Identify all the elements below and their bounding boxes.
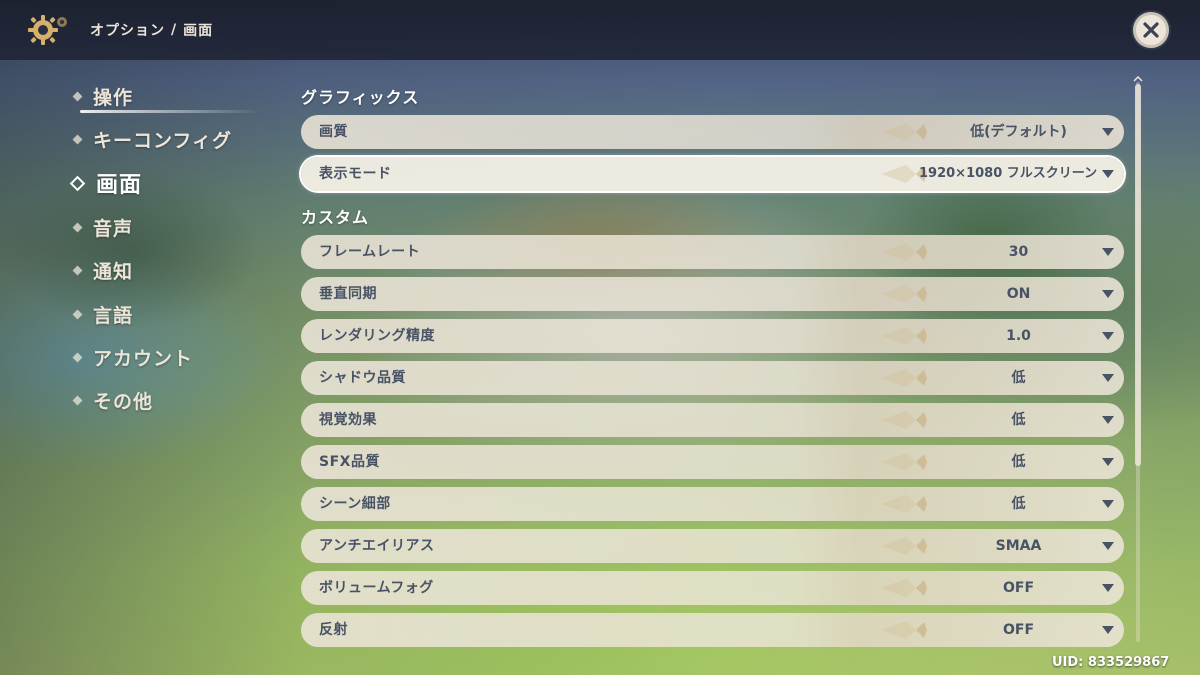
top-bar: オプション / 画面 xyxy=(0,0,1200,60)
setting-row-render-resolution[interactable]: レンダリング精度 1.0 xyxy=(301,319,1124,353)
setting-row-reflections[interactable]: 反射 OFF xyxy=(301,613,1124,647)
setting-label: 反射 xyxy=(319,622,348,638)
chevron-down-icon xyxy=(1102,416,1114,424)
sidebar-item-notifications[interactable]: 通知 xyxy=(72,254,133,286)
chevron-down-icon xyxy=(1102,542,1114,550)
chevron-down-icon xyxy=(1102,332,1114,340)
setting-row-environment-detail[interactable]: シーン細部 低 xyxy=(301,487,1124,521)
chevron-down-icon xyxy=(1102,626,1114,634)
chevron-down-icon xyxy=(1102,584,1114,592)
chevron-down-icon xyxy=(1102,128,1114,136)
setting-label: レンダリング精度 xyxy=(319,328,435,344)
breadcrumb-current: 画面 xyxy=(183,23,214,39)
breadcrumb-separator: / xyxy=(171,22,178,38)
section-title-custom: カスタム xyxy=(301,208,370,227)
chevron-down-icon xyxy=(1102,500,1114,508)
setting-label: 表示モード xyxy=(319,166,392,182)
setting-value: 低 xyxy=(1011,412,1026,428)
sidebar-item-other[interactable]: その他 xyxy=(72,384,153,416)
setting-value: ON xyxy=(1006,286,1031,302)
sidebar-item-account[interactable]: アカウント xyxy=(72,341,193,373)
setting-row-shadow-quality[interactable]: シャドウ品質 低 xyxy=(301,361,1124,395)
setting-row-display-mode[interactable]: 表示モード 1920×1080 フルスクリーン xyxy=(301,157,1124,191)
setting-row-quality[interactable]: 画質 低(デフォルト) xyxy=(301,115,1124,149)
diamond-icon xyxy=(72,309,83,319)
sidebar-item-label: アカウント xyxy=(93,347,194,370)
diamond-icon xyxy=(72,91,83,101)
setting-label: SFX品質 xyxy=(319,454,380,470)
setting-label: ボリュームフォグ xyxy=(319,580,434,596)
sidebar-item-label: 通知 xyxy=(93,260,134,283)
chevron-down-icon xyxy=(1102,170,1114,178)
gear-icon xyxy=(26,12,70,48)
diamond-icon xyxy=(72,395,83,405)
close-button[interactable] xyxy=(1133,12,1169,48)
setting-value: 低 xyxy=(1011,496,1026,512)
sidebar-item-audio[interactable]: 音声 xyxy=(72,211,133,243)
diamond-icon xyxy=(72,134,83,144)
setting-row-vsync[interactable]: 垂直同期 ON xyxy=(301,277,1124,311)
setting-value: OFF xyxy=(1002,580,1035,596)
sidebar-item-keybinds[interactable]: キーコンフィグ xyxy=(72,123,232,155)
setting-value: OFF xyxy=(1002,622,1035,638)
sidebar-item-graphics[interactable]: 画面 xyxy=(69,167,143,199)
diamond-icon xyxy=(72,352,83,362)
setting-label: アンチエイリアス xyxy=(319,538,435,554)
setting-row-volumetric-fog[interactable]: ボリュームフォグ OFF xyxy=(301,571,1124,605)
section-title-graphics: グラフィックス xyxy=(301,88,420,107)
chevron-down-icon xyxy=(1102,248,1114,256)
setting-label: 画質 xyxy=(319,124,348,140)
setting-label: シーン細部 xyxy=(319,496,391,512)
close-icon xyxy=(1143,22,1159,38)
sidebar-item-label: 音声 xyxy=(93,217,134,240)
setting-label: 垂直同期 xyxy=(319,286,377,302)
sidebar-item-language[interactable]: 言語 xyxy=(72,298,133,330)
chevron-down-icon xyxy=(1102,374,1114,382)
sidebar-item-label: 言語 xyxy=(93,304,134,327)
setting-value: 30 xyxy=(1008,244,1029,260)
breadcrumb: オプション / 画面 xyxy=(90,20,213,40)
scroll-up-arrow-icon xyxy=(1133,76,1143,82)
setting-value: 低 xyxy=(1011,370,1026,386)
sidebar-item-label: 操作 xyxy=(93,86,134,109)
diamond-outline-icon xyxy=(69,175,86,191)
sidebar-item-controls[interactable]: 操作 xyxy=(72,80,133,112)
chevron-down-icon xyxy=(1102,290,1114,298)
setting-row-sfx-quality[interactable]: SFX品質 低 xyxy=(301,445,1124,479)
setting-value: 低(デフォルト) xyxy=(970,124,1067,140)
setting-row-visual-effects[interactable]: 視覚効果 低 xyxy=(301,403,1124,437)
setting-label: フレームレート xyxy=(319,244,421,260)
scrollbar-thumb[interactable] xyxy=(1135,84,1141,466)
setting-value: 低 xyxy=(1011,454,1026,470)
sidebar-item-label: キーコンフィグ xyxy=(93,129,233,152)
diamond-icon xyxy=(72,265,83,275)
setting-row-frame-rate[interactable]: フレームレート 30 xyxy=(301,235,1124,269)
diamond-icon xyxy=(72,222,83,232)
breadcrumb-parent[interactable]: オプション xyxy=(90,20,165,40)
setting-value: SMAA xyxy=(995,538,1042,554)
setting-value: 1.0 xyxy=(1006,328,1031,344)
setting-row-anti-aliasing[interactable]: アンチエイリアス SMAA xyxy=(301,529,1124,563)
uid-label: UID: 833529867 xyxy=(1052,655,1170,670)
sidebar-item-label: 画面 xyxy=(96,173,143,198)
setting-label: 視覚効果 xyxy=(319,412,377,428)
setting-value: 1920×1080 フルスクリーン xyxy=(919,166,1098,181)
setting-label: シャドウ品質 xyxy=(319,370,406,386)
chevron-down-icon xyxy=(1102,458,1114,466)
sidebar-item-label: その他 xyxy=(93,390,154,413)
